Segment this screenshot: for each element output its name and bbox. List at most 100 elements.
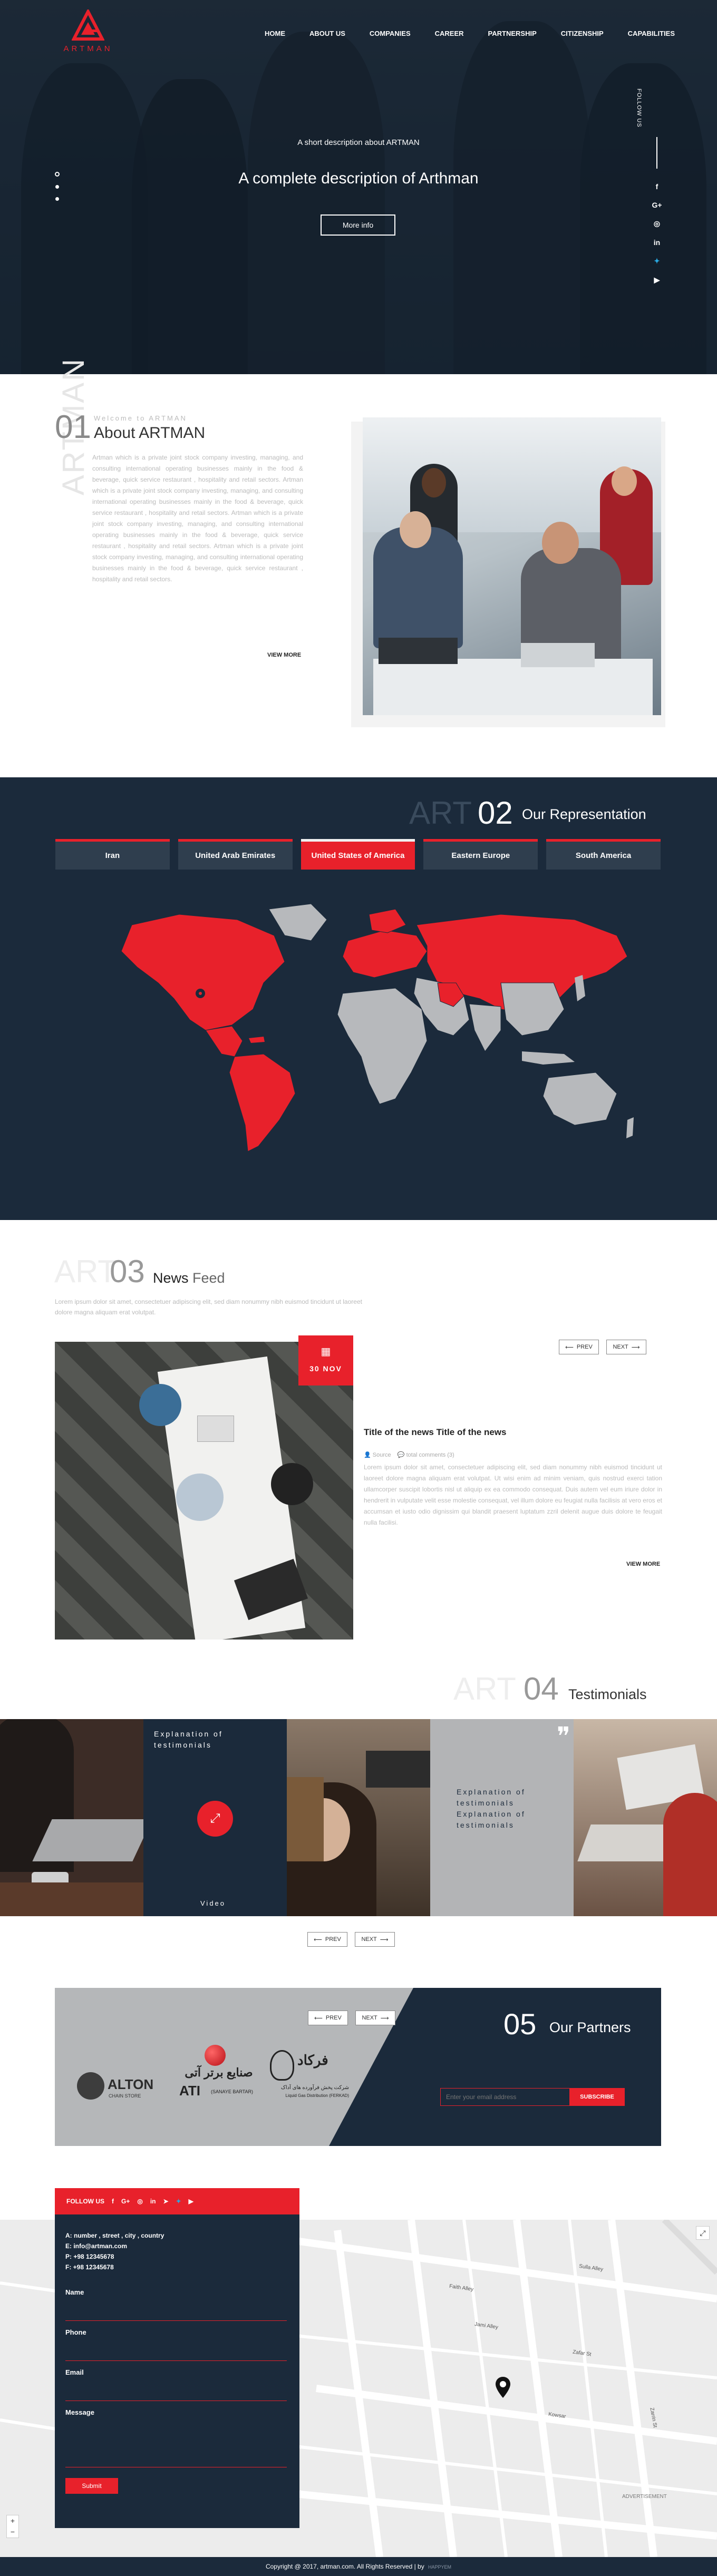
testimonial-photo-panel bbox=[287, 1719, 430, 1916]
map-india[interactable] bbox=[469, 1003, 501, 1052]
tab-eastern-europe[interactable]: Eastern Europe bbox=[423, 839, 538, 870]
map-indonesia[interactable] bbox=[522, 1051, 575, 1065]
news-title-b: Feed bbox=[192, 1270, 225, 1286]
nav-item-citizenship[interactable]: CITIZENSHIP bbox=[561, 30, 604, 37]
about-title: About ARTMAN bbox=[94, 424, 206, 442]
news-subtitle: Lorem ipsum dolor sit amet, consectetuer… bbox=[55, 1298, 362, 1316]
map-central-america[interactable] bbox=[205, 1026, 243, 1057]
testimonials-prev-button[interactable]: ⟵ PREV bbox=[307, 1932, 347, 1947]
linkedin-icon[interactable]: in bbox=[150, 2198, 156, 2205]
testimonials-next-button[interactable]: NEXT ⟶ bbox=[355, 1932, 395, 1947]
news-prev-label: PREV bbox=[576, 1344, 593, 1350]
map-africa[interactable] bbox=[337, 988, 428, 1105]
name-field[interactable] bbox=[65, 2296, 299, 2320]
article-meta: 👤 Source 💬 total comments (3) bbox=[364, 1451, 454, 1458]
nav-item-capabilities[interactable]: CAPABILITIES bbox=[628, 30, 675, 37]
nav-item-companies[interactable]: COMPANIES bbox=[370, 30, 411, 37]
map-north-america[interactable] bbox=[121, 914, 285, 1031]
nav-item-about-us[interactable]: ABOUT US bbox=[309, 30, 345, 37]
youtube-icon[interactable]: ▶ bbox=[189, 2198, 193, 2205]
quote-icon: ❞ bbox=[557, 1723, 570, 1751]
article-comments[interactable]: total comments (3) bbox=[406, 1452, 454, 1458]
news-prev-button[interactable]: ⟵ PREV bbox=[559, 1340, 599, 1354]
slider-dots bbox=[55, 172, 60, 209]
testimonials-bg-word: ART bbox=[453, 1671, 516, 1706]
youtube-icon[interactable]: ▶ bbox=[650, 276, 664, 285]
arrow-left-icon: ⟵ bbox=[565, 1344, 574, 1351]
testimonial-video-panel[interactable]: Explanation of testimonials ⤢ Video bbox=[143, 1719, 287, 1916]
submit-button[interactable]: Submit bbox=[65, 2478, 118, 2494]
message-field[interactable] bbox=[65, 2416, 299, 2467]
location-marker-dot bbox=[199, 992, 202, 995]
ati-logo-text: ATI bbox=[179, 2083, 200, 2099]
facebook-icon[interactable]: f bbox=[112, 2198, 114, 2205]
ferkad-logo-text: فرکاد bbox=[297, 2052, 328, 2068]
map-zoom-controls[interactable]: + − bbox=[6, 2515, 19, 2538]
map-china[interactable] bbox=[500, 982, 565, 1036]
news-next-button[interactable]: NEXT ⟶ bbox=[606, 1340, 646, 1354]
tab-uae[interactable]: United Arab Emirates bbox=[178, 839, 293, 870]
logo-mark-icon bbox=[71, 8, 105, 42]
facebook-icon[interactable]: f bbox=[650, 182, 664, 191]
nav-item-partnership[interactable]: PARTNERSHIP bbox=[488, 30, 537, 37]
phone-field[interactable] bbox=[65, 2336, 299, 2360]
map-pin-icon[interactable] bbox=[496, 2377, 510, 2398]
map-new-zealand[interactable] bbox=[626, 1117, 634, 1138]
partner-logo-alton[interactable]: ALTON CHAIN STORE bbox=[77, 2070, 161, 2107]
news-date: 30 NOV bbox=[309, 1364, 342, 1373]
google-plus-icon[interactable]: G+ bbox=[121, 2198, 130, 2205]
map-caribbean[interactable] bbox=[249, 1037, 265, 1043]
newsletter-email-input[interactable] bbox=[440, 2088, 569, 2106]
google-plus-icon[interactable]: G+ bbox=[650, 201, 664, 209]
logo[interactable]: ARTMAN bbox=[59, 8, 117, 53]
subscribe-button[interactable]: SUBSCRIBE bbox=[569, 2088, 625, 2106]
slider-dot[interactable] bbox=[55, 197, 59, 201]
nav-item-career[interactable]: CAREER bbox=[435, 30, 464, 37]
testimonials-pager: ⟵ PREV NEXT ⟶ bbox=[307, 1932, 395, 1947]
partner-logo-ati[interactable]: صنایع برتر آتی ATI (SANAYE BARTAR) bbox=[179, 2045, 258, 2108]
news-title: News Feed bbox=[153, 1270, 225, 1286]
region-tabs: Iran United Arab Emirates United States … bbox=[55, 839, 661, 870]
email-field[interactable] bbox=[65, 2376, 299, 2401]
tab-south-america[interactable]: South America bbox=[546, 839, 661, 870]
partners-next-button[interactable]: NEXT ⟶ bbox=[355, 2011, 395, 2025]
tab-usa[interactable]: United States of America bbox=[301, 839, 415, 870]
map-europe[interactable] bbox=[342, 930, 428, 978]
testimonials-number: 04 bbox=[524, 1671, 559, 1706]
map-south-america[interactable] bbox=[229, 1053, 296, 1152]
logo-text: ARTMAN bbox=[63, 44, 113, 53]
contact-form: Name Phone Email Message Submit bbox=[55, 2272, 299, 2494]
linkedin-icon[interactable]: in bbox=[650, 238, 664, 247]
map-greenland[interactable] bbox=[268, 904, 327, 941]
testimonials-prev-label: PREV bbox=[325, 1936, 341, 1943]
partners-pager: ⟵ PREV NEXT ⟶ bbox=[308, 2011, 395, 2025]
contact-phone[interactable]: P: +98 12345678 bbox=[65, 2251, 299, 2262]
telegram-icon[interactable]: ➤ bbox=[163, 2198, 169, 2205]
testimonial-photo-panel bbox=[574, 1719, 717, 1916]
expand-play-icon[interactable]: ⤢ bbox=[197, 1801, 233, 1837]
tab-iran[interactable]: Iran bbox=[55, 839, 170, 870]
nav-item-home[interactable]: HOME bbox=[265, 30, 285, 37]
alton-logo-text: ALTON bbox=[108, 2076, 154, 2092]
map-ad-label: ADVERTISEMENT bbox=[622, 2494, 667, 2500]
instagram-icon[interactable]: ◎ bbox=[137, 2198, 142, 2205]
contact-details: A: number , street , city , country E: i… bbox=[55, 2214, 299, 2272]
twitter-icon[interactable]: ✦ bbox=[176, 2198, 181, 2205]
instagram-icon[interactable]: ◎ bbox=[650, 219, 664, 228]
slider-dot[interactable] bbox=[55, 185, 59, 189]
partners-prev-button[interactable]: ⟵ PREV bbox=[308, 2011, 348, 2025]
map-australia[interactable] bbox=[542, 1072, 617, 1126]
about-view-more-link[interactable]: VIEW MORE bbox=[267, 652, 301, 658]
slider-dot-active[interactable] bbox=[55, 172, 60, 177]
footer-credit[interactable]: HAPPYEM bbox=[428, 2564, 451, 2570]
fullscreen-icon[interactable]: ⤢ bbox=[696, 2226, 710, 2240]
contact-follow-label: FOLLOW US bbox=[66, 2198, 104, 2205]
footer: Copyright @ 2017, artman.com. All Rights… bbox=[0, 2557, 717, 2576]
map-scandinavia[interactable] bbox=[369, 909, 406, 933]
news-view-more-link[interactable]: VIEW MORE bbox=[626, 1561, 660, 1567]
more-info-button[interactable]: More info bbox=[321, 214, 395, 236]
partner-logo-ferkad[interactable]: فرکاد شرکت پخش فرآورده های آداک Liquid G… bbox=[270, 2045, 349, 2108]
alton-logo-sub: CHAIN STORE bbox=[109, 2093, 141, 2099]
contact-email[interactable]: E: info@artman.com bbox=[65, 2241, 299, 2251]
twitter-icon[interactable]: ✦ bbox=[650, 257, 664, 266]
